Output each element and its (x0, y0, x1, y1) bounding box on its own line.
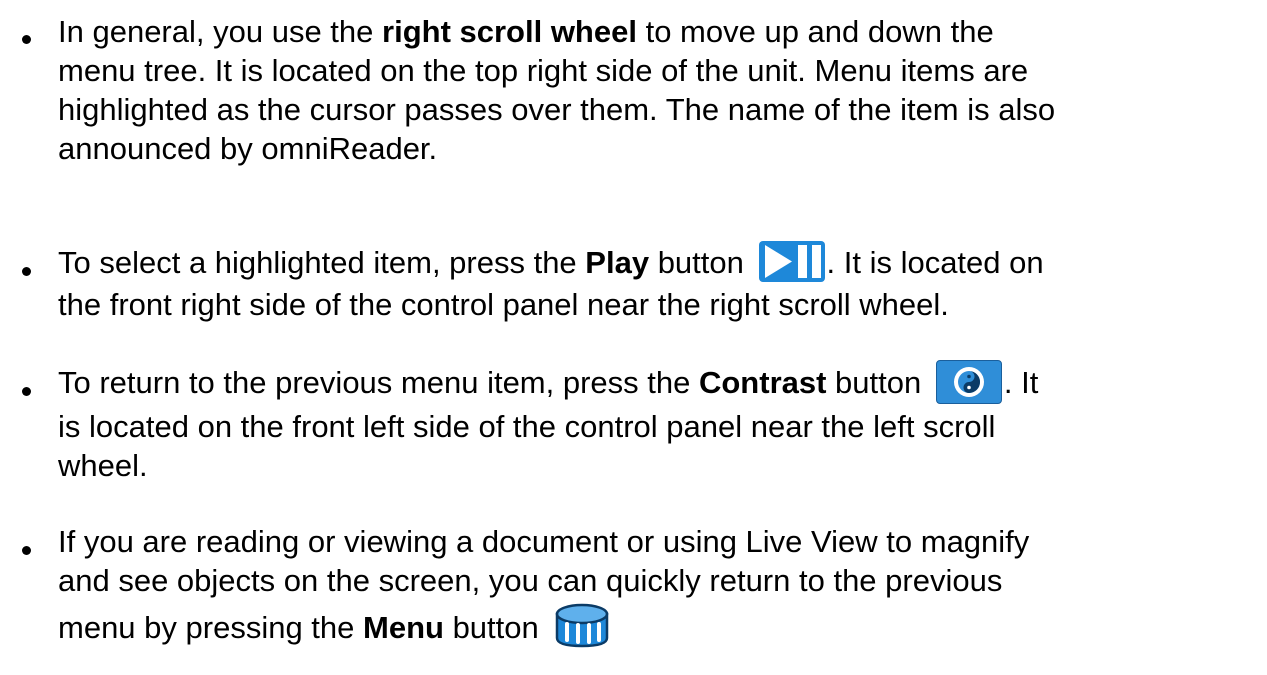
text-line: menu tree. It is located on the top righ… (58, 53, 1029, 88)
text-line: and see objects on the screen, you can q… (58, 563, 1003, 598)
text-line: wheel. (58, 448, 148, 483)
bold-term: Menu (363, 610, 444, 646)
bullet-text: In general, you use the right scroll whe… (58, 12, 1253, 168)
bullet-text: If you are reading or viewing a document… (58, 522, 1253, 654)
text-line: To return to the previous menu item, pre… (58, 360, 1253, 407)
text-line: announced by omniReader. (58, 131, 438, 166)
play-pause-icon (758, 241, 825, 283)
bullet-text: To select a highlighted item, press the … (58, 241, 1253, 324)
text-line: highlighted as the cursor passes over th… (58, 92, 1056, 127)
text-line: the front right side of the control pane… (58, 287, 949, 323)
bold-term: Play (585, 245, 650, 280)
text-line: If you are reading or viewing a document… (58, 524, 1030, 559)
bullet-dot (22, 35, 31, 44)
bullet-dot (22, 546, 31, 555)
text-line: is located on the front left side of the… (58, 409, 996, 444)
bullet-dot (22, 267, 31, 276)
bold-term: right scroll wheel (382, 14, 637, 49)
bullet-text: To return to the previous menu item, pre… (58, 360, 1253, 485)
contrast-icon (935, 360, 1002, 404)
text-line: menu by pressing the Menu button (58, 603, 1253, 654)
text-line: To select a highlighted item, press the … (58, 241, 1253, 285)
bold-term: Contrast (698, 365, 827, 401)
text-line: In general, you use the right scroll whe… (58, 14, 994, 49)
menu-knob-icon (553, 600, 611, 648)
bullet-dot (22, 387, 31, 396)
